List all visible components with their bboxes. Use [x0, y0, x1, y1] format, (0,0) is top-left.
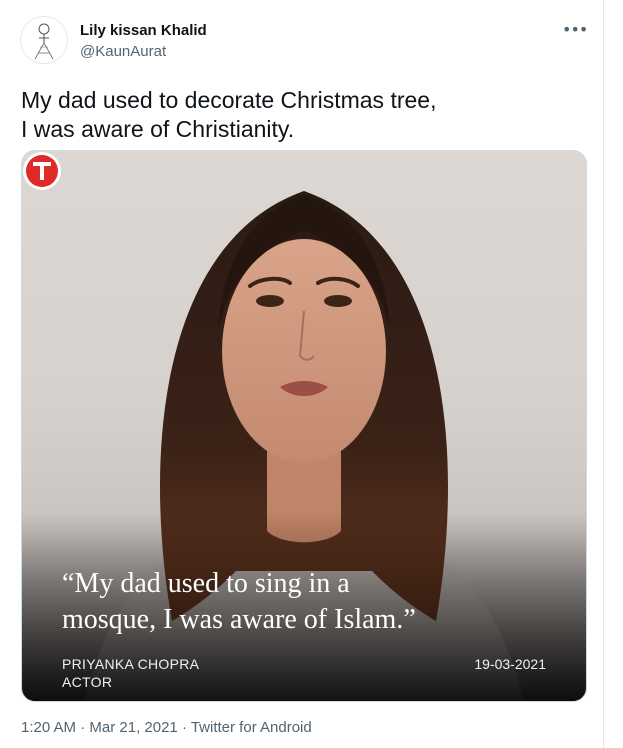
more-options-icon[interactable]: •••: [562, 20, 588, 40]
meta-separator: ·: [177, 719, 191, 736]
quote-date: 19-03-2021: [474, 656, 546, 672]
publisher-logo-icon: [23, 152, 61, 190]
author-handle[interactable]: @KaunAurat: [80, 43, 166, 60]
quote-person-name: PRIYANKA CHOPRA: [62, 656, 200, 672]
avatar-sketch-icon: [34, 23, 54, 60]
tweet-text: My dad used to decorate Christmas tree, …: [21, 86, 581, 144]
tweet-date[interactable]: Mar 21, 2021: [89, 719, 177, 736]
quote-person-role: ACTOR: [62, 674, 113, 690]
tweet-media-image[interactable]: “My dad used to sing in a mosque, I was …: [21, 150, 587, 702]
quote-line: “My dad used to sing in a: [62, 568, 350, 599]
meta-separator: ·: [76, 719, 90, 736]
tweet-text-line: My dad used to decorate Christmas tree,: [21, 87, 437, 113]
avatar[interactable]: [20, 16, 68, 64]
tweet-metadata: 1:20 AM · Mar 21, 2021 · Twitter for And…: [21, 719, 312, 736]
quote-line: mosque, I was aware of Islam.”: [62, 604, 416, 635]
tweet-time[interactable]: 1:20 AM: [21, 719, 76, 736]
tweet-card: Lily kissan Khalid @KaunAurat ••• My dad…: [0, 0, 604, 748]
tweet-text-line: I was aware of Christianity.: [21, 116, 295, 142]
tweet-source[interactable]: Twitter for Android: [191, 719, 312, 736]
quote-text: “My dad used to sing in a mosque, I was …: [62, 566, 562, 638]
author-display-name[interactable]: Lily kissan Khalid: [80, 22, 207, 39]
